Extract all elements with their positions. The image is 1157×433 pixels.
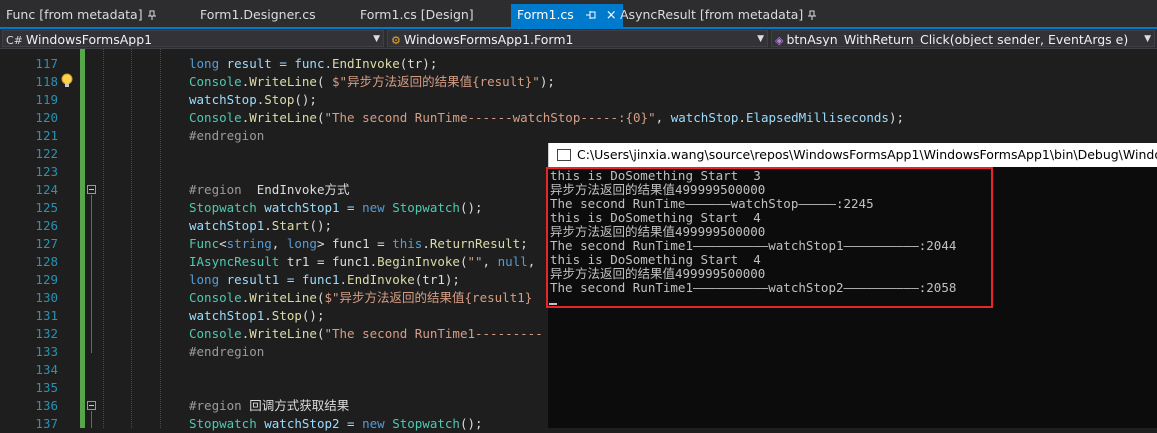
project-name: WindowsFormsApp1: [25, 32, 153, 47]
class-dropdown[interactable]: ⚙ WindowsFormsApp1.Form1 ▼: [387, 30, 768, 47]
tab-form1-designer[interactable]: Form1.Designer.cs: [200, 4, 316, 26]
tab-form1-cs[interactable]: Form1.cs ×: [511, 4, 623, 28]
code-line: Console.WriteLine( $"异步方法返回的结果值{result}"…: [189, 74, 555, 89]
line-number: 119: [35, 92, 58, 107]
line-number: 136: [35, 398, 58, 413]
line-number: 131: [35, 308, 58, 323]
code-line: Stopwatch watchStop1 = new Stopwatch();: [189, 200, 483, 215]
navigation-bar: C# WindowsFormsApp1 ▼ ⚙ WindowsFormsApp1.Fo…: [0, 29, 1157, 49]
indent-guide: [160, 49, 161, 428]
highlight-annotation-box: [546, 167, 993, 308]
tab-form1-design[interactable]: Form1.cs [Design]: [360, 4, 474, 26]
class-icon: ⚙: [391, 34, 401, 47]
code-line: Func<string, long> func1 = this.ReturnRe…: [189, 236, 528, 251]
member-name: btnAsyn_WithReturn_Click(object sender, …: [786, 32, 1129, 47]
tab-asyncresult-metadata[interactable]: AsyncResult [from metadata]: [620, 4, 817, 26]
line-number: 132: [35, 326, 58, 341]
tab-func-metadata[interactable]: Func [from metadata]: [6, 4, 157, 26]
document-tab-bar: Func [from metadata] Form1.Designer.cs F…: [0, 0, 1157, 28]
fold-line: [91, 195, 92, 353]
code-line: #region EndInvoke方式: [189, 182, 350, 197]
pin-icon[interactable]: [147, 10, 157, 20]
method-icon: ◈: [775, 34, 784, 47]
line-number: 134: [35, 362, 58, 377]
code-line: #endregion: [189, 344, 265, 359]
console-title-bar[interactable]: C:\Users\jinxia.wang\source\repos\Window…: [548, 143, 1157, 167]
code-line: watchStop1.Stop();: [189, 308, 325, 323]
close-icon[interactable]: ×: [606, 8, 617, 23]
code-line: watchStop1.Start();: [189, 218, 333, 233]
indent-guide: [131, 49, 132, 428]
collapse-region-icon[interactable]: [87, 185, 96, 194]
line-number: 137: [35, 416, 58, 431]
line-number: 121: [35, 128, 58, 143]
code-line: long result = func.EndInvoke(tr);: [189, 56, 438, 71]
line-number: 129: [35, 272, 58, 287]
indent-guide: [103, 49, 104, 428]
code-line: #endregion: [189, 128, 265, 143]
line-number: 127: [35, 236, 58, 251]
line-number: 120: [35, 110, 58, 125]
code-line: Console.WriteLine("The second RunTime---…: [189, 110, 905, 125]
member-dropdown[interactable]: ◈ btnAsyn_WithReturn_Click(object sender,…: [771, 30, 1155, 47]
line-number: 125: [35, 200, 58, 215]
line-number: 117: [35, 56, 58, 71]
code-line: #region 回调方式获取结果: [189, 398, 350, 413]
line-number: 135: [35, 380, 58, 395]
console-title: C:\Users\jinxia.wang\source\repos\Window…: [577, 147, 1157, 162]
line-number: 123: [35, 164, 58, 179]
line-number: 126: [35, 218, 58, 233]
tab-label: AsyncResult [from metadata]: [620, 7, 804, 22]
class-name: WindowsFormsApp1.Form1: [403, 32, 574, 47]
tab-label: Form1.cs: [517, 7, 574, 22]
csharp-project-icon: C#: [6, 34, 23, 47]
code-line: Stopwatch watchStop2 = new Stopwatch();: [189, 416, 483, 431]
code-line: Console.WriteLine($"异步方法返回的结果值{result1}: [189, 290, 533, 305]
project-dropdown[interactable]: C# WindowsFormsApp1 ▼: [2, 30, 384, 47]
chevron-down-icon: ▼: [1144, 34, 1151, 44]
tab-label: Form1.Designer.cs: [200, 7, 316, 22]
line-number: 122: [35, 146, 58, 161]
line-number: 133: [35, 344, 58, 359]
code-line: watchStop.Stop();: [189, 92, 317, 107]
line-number: 128: [35, 254, 58, 269]
collapse-region-icon[interactable]: [87, 401, 96, 410]
line-number: 118: [35, 74, 58, 89]
tab-label: Form1.cs [Design]: [360, 7, 474, 22]
code-line: IAsyncResult tr1 = func1.BeginInvoke("",…: [189, 254, 536, 269]
change-indicator-bar: [80, 49, 85, 428]
code-line: long result1 = func1.EndInvoke(tr1);: [189, 272, 460, 287]
tab-label: Func [from metadata]: [6, 7, 143, 22]
chevron-down-icon: ▼: [757, 34, 764, 44]
line-number: 130: [35, 290, 58, 305]
pin-icon[interactable]: [585, 10, 596, 20]
chevron-down-icon: ▼: [373, 34, 380, 44]
code-line: Console.WriteLine("The second RunTime1--…: [189, 326, 543, 341]
line-number: 124: [35, 182, 58, 197]
lightbulb-icon[interactable]: [60, 73, 74, 89]
pin-icon[interactable]: [807, 10, 817, 20]
fold-line: [91, 411, 92, 428]
console-app-icon: [557, 149, 571, 161]
console-cursor: [549, 303, 557, 305]
